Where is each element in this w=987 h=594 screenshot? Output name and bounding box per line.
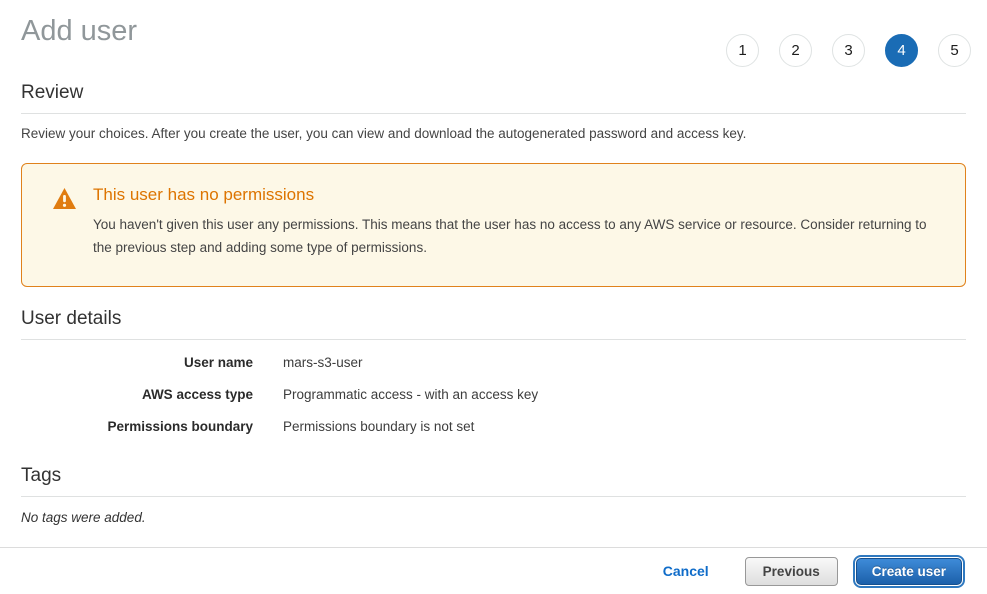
detail-value: mars-s3-user (283, 355, 363, 371)
step-2[interactable]: 2 (779, 34, 812, 67)
step-4-active[interactable]: 4 (885, 34, 918, 67)
tags-section: Tags No tags were added. (21, 465, 966, 525)
warning-body: You haven't given this user any permissi… (93, 214, 935, 259)
previous-button[interactable]: Previous (745, 557, 838, 586)
detail-value: Programmatic access - with an access key (283, 387, 538, 403)
detail-row-access-type: AWS access type Programmatic access - wi… (21, 387, 966, 403)
review-heading: Review (21, 82, 966, 114)
step-5[interactable]: 5 (938, 34, 971, 67)
step-3[interactable]: 3 (832, 34, 865, 67)
create-user-button-focus-ring: Create user (853, 555, 965, 588)
detail-row-user-name: User name mars-s3-user (21, 355, 966, 371)
wizard-step-indicator: 1 2 3 4 5 (726, 34, 971, 67)
tags-heading: Tags (21, 465, 966, 497)
warning-title: This user has no permissions (93, 185, 935, 205)
detail-label: AWS access type (21, 387, 253, 403)
detail-value: Permissions boundary is not set (283, 419, 474, 435)
detail-row-permissions-boundary: Permissions boundary Permissions boundar… (21, 419, 966, 435)
warning-text-block: This user has no permissions You haven't… (93, 185, 935, 259)
user-details-rows: User name mars-s3-user AWS access type P… (21, 355, 966, 434)
detail-label: User name (21, 355, 253, 371)
create-user-button[interactable]: Create user (856, 558, 962, 585)
tags-empty-message: No tags were added. (21, 510, 966, 525)
review-description: Review your choices. After you create th… (21, 125, 966, 144)
user-details-heading: User details (21, 308, 966, 340)
page-content: Add user 1 2 3 4 5 Review Review your ch… (0, 13, 987, 525)
warning-triangle-icon (53, 185, 93, 259)
user-details-section: User details User name mars-s3-user AWS … (21, 308, 966, 434)
step-1[interactable]: 1 (726, 34, 759, 67)
review-section: Review Review your choices. After you cr… (21, 82, 966, 144)
detail-label: Permissions boundary (21, 419, 253, 435)
wizard-footer: Cancel Previous Create user (0, 547, 987, 594)
no-permissions-warning: This user has no permissions You haven't… (21, 163, 966, 287)
cancel-link[interactable]: Cancel (663, 563, 709, 579)
